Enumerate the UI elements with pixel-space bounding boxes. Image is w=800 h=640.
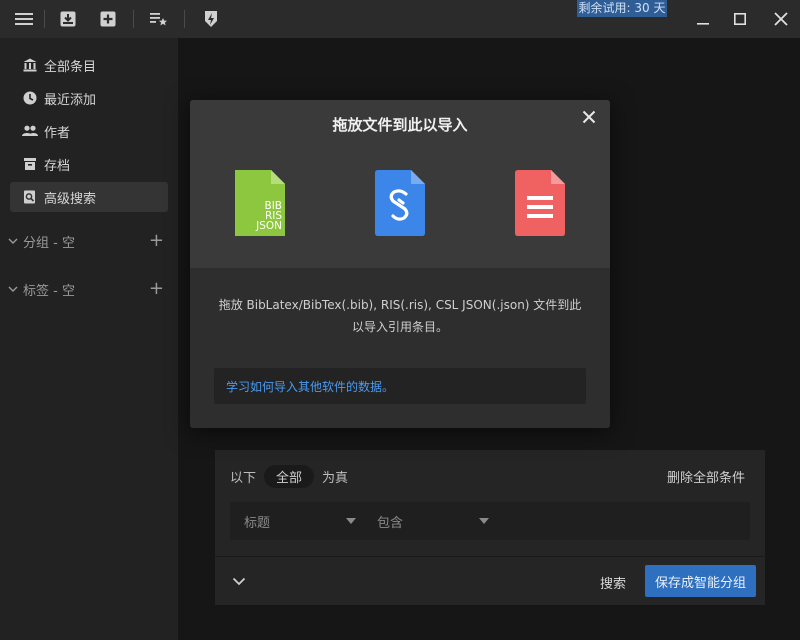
sidebar-item-label: 作者 <box>44 125 71 141</box>
menu-icon[interactable] <box>14 9 34 29</box>
search-actions-bar: 搜索 保存成智能分组 <box>215 556 765 605</box>
chevron-down-icon[interactable] <box>232 575 246 590</box>
sidebar-item-authors[interactable]: 作者 <box>10 116 168 146</box>
sidebar-item-archive[interactable]: 存档 <box>10 149 168 179</box>
field-select-value: 标题 <box>244 515 271 531</box>
selection-pointer <box>250 258 270 268</box>
title-bar: 剩余试用: 30 天 <box>0 0 800 38</box>
match-row: 以下 全部 为真 <box>230 465 348 488</box>
toolbar-divider <box>133 10 134 28</box>
sidebar-group-tags[interactable]: 标签 - 空 + <box>8 278 168 300</box>
sidebar-item-label: 存档 <box>44 158 71 174</box>
chevron-down-icon[interactable] <box>8 238 20 244</box>
people-icon <box>22 123 38 139</box>
caret-down-icon <box>479 518 489 524</box>
operator-select[interactable]: 包含 <box>377 502 489 540</box>
save-smart-collection-button[interactable]: 保存成智能分组 <box>645 565 756 597</box>
close-icon[interactable] <box>582 110 598 126</box>
add-icon[interactable] <box>98 9 118 29</box>
sidebar-item-recent[interactable]: 最近添加 <box>10 83 168 113</box>
group-label: 标签 - 空 <box>23 283 75 299</box>
lightning-icon[interactable] <box>201 9 221 29</box>
close-icon[interactable] <box>770 8 792 30</box>
import-icon[interactable] <box>58 9 78 29</box>
advanced-search-icon <box>22 189 38 205</box>
sidebar-item-all-items[interactable]: 全部条目 <box>10 50 168 80</box>
toolbar-divider <box>44 10 45 28</box>
clock-icon <box>22 90 38 106</box>
sidebar-item-label: 最近添加 <box>44 92 97 108</box>
add-collection-icon[interactable]: + <box>149 232 164 250</box>
trial-badge[interactable]: 剩余试用: 30 天 <box>577 0 667 17</box>
sidebar-item-label: 全部条目 <box>44 59 97 75</box>
match-suffix: 为真 <box>322 471 349 486</box>
archive-icon <box>22 156 38 172</box>
delete-all-conditions-button[interactable]: 删除全部条件 <box>667 467 745 486</box>
advanced-search-panel: 以下 全部 为真 删除全部条件 标题 包含 搜索 保存成智能分组 <box>215 450 765 605</box>
condition-row: 标题 包含 <box>230 502 750 540</box>
sidebar: 全部条目 最近添加 作者 存档 高级搜索 分组 - 空 + 标签 - 空 + <box>0 38 178 640</box>
add-tag-icon[interactable]: + <box>149 280 164 298</box>
match-mode-pill[interactable]: 全部 <box>264 465 315 488</box>
sidebar-group-collections[interactable]: 分组 - 空 + <box>8 230 168 252</box>
learn-import-link[interactable]: 学习如何导入其他软件的数据。 <box>226 378 394 395</box>
match-prefix: 以下 <box>230 471 257 486</box>
help-link-box: 学习如何导入其他软件的数据。 <box>214 368 586 404</box>
search-button[interactable]: 搜索 <box>600 573 626 592</box>
file-type-label-json: JSON <box>255 220 282 232</box>
dialog-description: 拖放 BibLatex/BibTex(.bib), RIS(.ris), CSL… <box>218 298 582 334</box>
caret-down-icon <box>346 518 356 524</box>
operator-select-value: 包含 <box>377 515 404 531</box>
link-file-icon <box>375 170 425 236</box>
toolbar-divider <box>184 10 185 28</box>
import-dialog: 拖放文件到此以导入 BIB RIS JSON 拖放 BibLatex/BibTe… <box>190 100 610 428</box>
sidebar-item-label: 高级搜索 <box>44 191 97 207</box>
chevron-down-icon[interactable] <box>8 286 20 292</box>
sidebar-item-advanced-search[interactable]: 高级搜索 <box>10 182 168 212</box>
group-label: 分组 - 空 <box>23 235 75 251</box>
field-select[interactable]: 标题 <box>244 502 356 540</box>
maximize-icon[interactable] <box>729 8 751 30</box>
document-file-icon <box>515 170 565 236</box>
dialog-title: 拖放文件到此以导入 <box>332 116 468 134</box>
library-icon <box>22 57 38 73</box>
minimize-icon[interactable] <box>692 8 714 30</box>
playlist-star-icon[interactable] <box>149 9 169 29</box>
bib-ris-json-file-icon: BIB RIS JSON <box>235 170 285 236</box>
